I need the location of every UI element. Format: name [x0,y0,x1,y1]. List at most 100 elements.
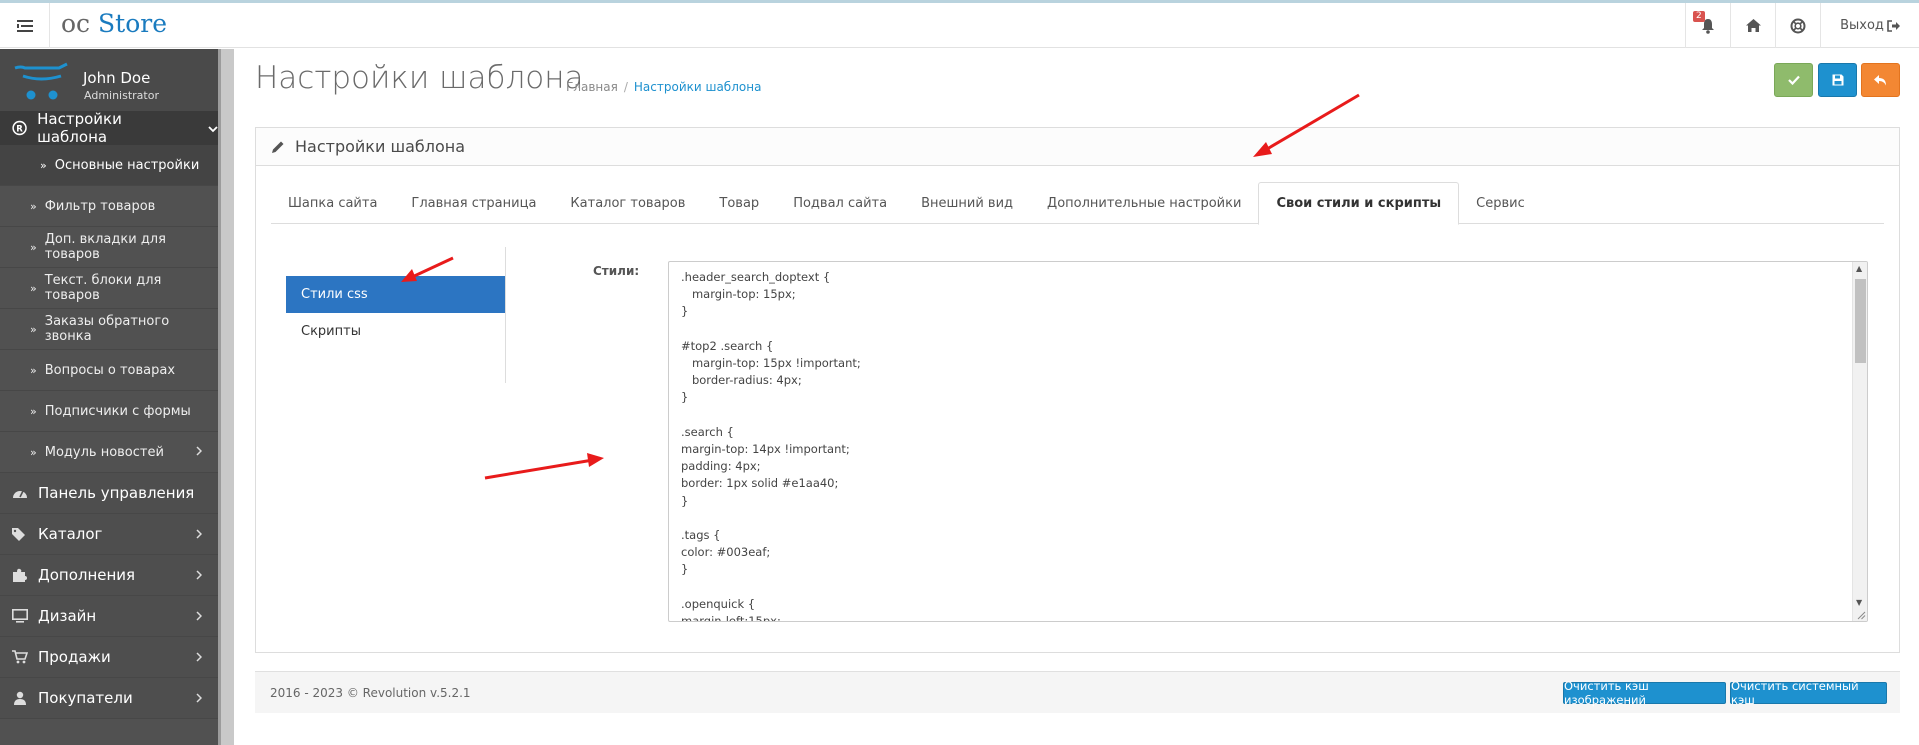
double-chevron-icon: » [30,281,37,295]
sidebar-item-callback-orders[interactable]: » Заказы обратного звонка [0,309,218,350]
scroll-up-icon[interactable]: ▲ [1856,264,1862,273]
styles-textarea[interactable]: .header_search_doptext { margin-top: 15p… [668,261,1868,622]
monitor-icon [12,609,28,623]
sidebar-item-label: Фильтр товаров [44,198,156,214]
sidebar-item-news-module[interactable]: » Модуль новостей [0,432,218,473]
page-title: Настройки шаблона [255,60,584,96]
home-icon [1745,19,1761,32]
sidebar-item-extensions[interactable]: Дополнения [0,555,218,596]
sidebar-item-catalog[interactable]: Каталог [0,514,218,555]
sidebar: John Doe Administrator R Настройки шабло… [0,49,218,745]
sidebar-item-label: Заказы обратного звонка [44,314,170,344]
chevron-right-icon [196,607,203,625]
double-chevron-icon: » [30,445,37,459]
tab-additional[interactable]: Дополнительные настройки [1030,182,1258,224]
chevron-right-icon [196,689,203,707]
scroll-down-icon[interactable]: ▼ [1856,598,1862,607]
menu-toggle-button[interactable] [0,3,50,48]
puzzle-icon [12,568,28,582]
cart-icon [12,650,28,664]
registered-icon: R [12,120,27,136]
chevron-right-icon [196,445,203,460]
reply-icon [1874,74,1886,85]
sidebar-item-product-questions[interactable]: » Вопросы о товарах [0,350,218,391]
logout-label: Выход [1840,18,1884,33]
sidebar-item-extra-tabs[interactable]: » Доп. вкладки для товаров [0,227,218,268]
double-chevron-icon: » [30,240,37,254]
settings-panel: Настройки шаблона Шапка сайта Главная ст… [255,127,1900,653]
notifications-button[interactable]: 2 [1685,3,1730,48]
sidebar-item-template-settings[interactable]: R Настройки шаблона [0,110,218,146]
tab-catalog[interactable]: Каталог товаров [553,182,702,224]
breadcrumb-current-link[interactable]: Настройки шаблона [634,80,762,94]
tab-custom-styles-scripts[interactable]: Свои стили и скрипты [1258,182,1460,225]
double-chevron-icon: » [40,158,47,172]
sidebar-item-dashboard[interactable]: Панель управления [0,473,218,514]
styles-code: .header_search_doptext { margin-top: 15p… [681,270,861,622]
sidebar-item-label: Модуль новостей [44,444,164,460]
sidebar-scrollbar[interactable] [218,49,234,745]
user-role: Administrator [84,89,159,102]
tab-homepage[interactable]: Главная страница [394,182,553,224]
top-header: oc Store 2 Выход [0,3,1919,48]
tab-appearance[interactable]: Внешний вид [904,182,1030,224]
vertical-tabs: Стили css Скрипты [286,247,506,383]
apply-button[interactable] [1774,63,1813,97]
clear-image-cache-button[interactable]: Очистить кэш изображений [1563,679,1726,707]
styles-label: Стили: [593,264,640,278]
user-profile[interactable]: John Doe Administrator [0,49,218,111]
sidebar-item-label: Каталог [38,525,103,543]
sidebar-item-label: Покупатели [38,689,133,707]
tab-header[interactable]: Шапка сайта [271,182,394,224]
vtab-css-styles[interactable]: Стили css [286,276,505,313]
tab-service[interactable]: Сервис [1459,182,1542,224]
breadcrumb-home-link[interactable]: Главная [566,80,618,94]
help-button[interactable] [1775,3,1820,48]
pencil-icon [272,141,284,153]
sidebar-item-customers[interactable]: Покупатели [0,678,218,719]
user-name: John Doe [83,69,151,87]
double-chevron-icon: » [30,404,37,418]
home-button[interactable] [1730,3,1775,48]
sign-out-icon [1887,19,1900,32]
double-chevron-icon: » [30,363,37,377]
dashboard-icon [12,486,28,500]
sidebar-item-product-filter[interactable]: » Фильтр товаров [0,186,218,227]
sidebar-item-design[interactable]: Дизайн [0,596,218,637]
tags-icon [12,527,28,541]
sidebar-item-label: Дизайн [38,607,97,625]
notifications-badge: 2 [1693,11,1705,22]
sidebar-item-label: Доп. вкладки для товаров [44,232,166,262]
tab-product[interactable]: Товар [702,182,776,224]
sidebar-item-subscribers[interactable]: » Подписчики с формы [0,391,218,432]
settings-tabs: Шапка сайта Главная страница Каталог тов… [271,182,1884,225]
editor-scroll-thumb[interactable] [1855,279,1866,363]
panel-title: Настройки шаблона [295,137,466,156]
tab-footer[interactable]: Подвал сайта [776,182,904,224]
sidebar-item-label: Панель управления [38,484,195,502]
vtab-scripts[interactable]: Скрипты [286,313,505,350]
sidebar-item-label: Текст. блоки для товаров [44,273,162,303]
store-logo[interactable]: oc Store [61,9,167,38]
chevron-right-icon [196,525,203,543]
double-chevron-icon: » [30,322,37,336]
save-button[interactable] [1818,63,1857,97]
resize-handle-icon[interactable] [1856,610,1866,620]
svg-text:R: R [16,124,23,134]
editor-scrollbar[interactable]: ▲ ▼ [1852,262,1867,621]
floppy-icon [1832,74,1843,86]
logout-button[interactable]: Выход [1820,3,1919,48]
sidebar-item-sales[interactable]: Продажи [0,637,218,678]
breadcrumb-separator: / [623,80,628,94]
sidebar-item-label: Подписчики с формы [44,403,191,419]
lifebuoy-icon [1790,18,1806,33]
sidebar-item-label: Основные настройки [54,157,200,173]
clear-system-cache-button[interactable]: Очистить системный кэш [1730,679,1887,707]
sidebar-item-label: Дополнения [38,566,136,584]
sidebar-item-main-settings[interactable]: » Основные настройки [0,145,218,186]
menu-icon [16,19,33,32]
page-footer: 2016 - 2023 © Revolution v.5.2.1 Очистит… [255,671,1900,713]
back-button[interactable] [1861,63,1900,97]
sidebar-item-text-blocks[interactable]: » Текст. блоки для товаров [0,268,218,309]
cart-logo-icon [14,62,68,100]
